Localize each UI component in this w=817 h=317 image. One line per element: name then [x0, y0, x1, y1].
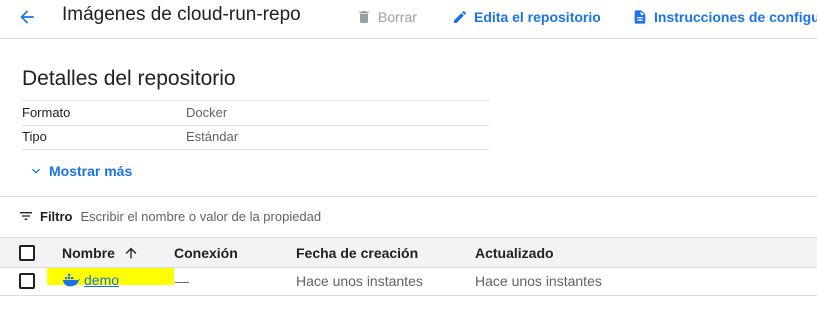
row-checkbox[interactable] — [19, 273, 35, 289]
details-value: Estándar — [186, 129, 239, 144]
page-title: Imágenes de cloud-run-repo — [62, 4, 301, 25]
details-key: Formato — [22, 105, 71, 120]
column-name-label: Nombre — [62, 245, 115, 261]
table-row: demo — Hace unos instantes Hace unos ins… — [0, 267, 817, 296]
column-header-updated[interactable]: Actualizado — [475, 245, 554, 261]
filter-icon — [20, 212, 32, 220]
connection-cell: — — [175, 273, 189, 289]
details-key: Tipo — [22, 129, 47, 144]
image-link-demo[interactable]: demo — [84, 272, 119, 288]
details-heading: Detalles del repositorio — [22, 67, 236, 90]
instructions-label: Instrucciones de configu — [654, 9, 817, 25]
updated-cell: Hace unos instantes — [475, 273, 602, 289]
chevron-down-icon — [32, 168, 40, 174]
filter-label: Filtro — [40, 208, 73, 224]
table-header: Nombre Conexión Fecha de creación Actual… — [0, 237, 817, 268]
arrow-up-icon — [125, 247, 137, 259]
trash-icon — [359, 11, 369, 23]
setup-instructions-button[interactable]: Instrucciones de configu — [632, 5, 817, 29]
column-header-name[interactable]: Nombre — [62, 245, 139, 261]
details-row-type: Tipo Estándar — [22, 125, 489, 150]
column-header-created[interactable]: Fecha de creación — [296, 245, 418, 261]
show-more-button[interactable]: Mostrar más — [28, 161, 132, 181]
image-name-cell: demo — [62, 272, 119, 288]
details-row-format: Formato Docker — [22, 100, 489, 126]
top-bar: Imágenes de cloud-run-repo Borrar Edita … — [0, 0, 817, 39]
delete-label: Borrar — [378, 9, 417, 25]
arrow-back-icon[interactable] — [15, 5, 39, 29]
delete-button[interactable]: Borrar — [356, 5, 417, 29]
pencil-icon — [454, 10, 467, 23]
show-more-label: Mostrar más — [49, 163, 133, 179]
edit-repository-button[interactable]: Edita el repositorio — [452, 5, 601, 29]
filter-input[interactable]: Escribir el nombre o valor de la propied… — [81, 209, 322, 224]
filter-bar[interactable]: Filtro Escribir el nombre o valor de la … — [18, 206, 321, 226]
section-divider — [0, 196, 817, 197]
details-value: Docker — [186, 105, 228, 120]
docker-icon — [62, 274, 80, 287]
select-all-checkbox[interactable] — [19, 245, 35, 261]
edit-label: Edita el repositorio — [474, 9, 601, 25]
document-icon — [634, 10, 646, 24]
column-header-connection[interactable]: Conexión — [174, 245, 238, 261]
created-cell: Hace unos instantes — [296, 273, 423, 289]
